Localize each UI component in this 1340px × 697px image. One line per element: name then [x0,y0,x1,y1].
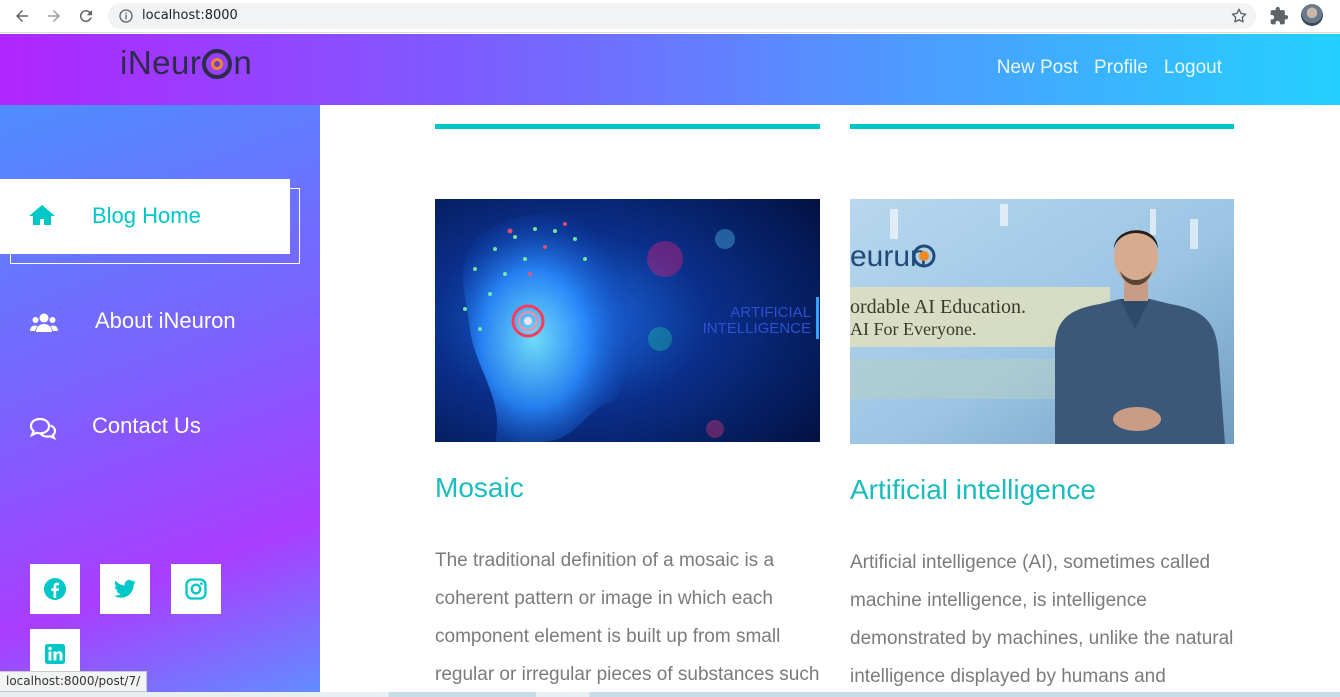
image-line1: ordable AI Education. [850,296,1026,318]
top-nav: New Post Profile Logout [997,57,1222,79]
post-excerpt: The traditional definition of a mosaic i… [435,550,820,685]
info-icon[interactable] [118,8,134,24]
card-top-rule [850,124,1234,129]
logo-text-prefix: iNeur [120,44,202,81]
arrow-right-icon [48,10,60,22]
sidebar-item-label: Contact Us [92,413,201,438]
reload-button[interactable] [75,5,97,27]
comments-icon [29,416,57,445]
address-bar[interactable]: localhost:8000 [108,3,1256,29]
url-text[interactable]: localhost:8000 [142,8,238,23]
main-content: ARTIFICIAL INTELLIGENCE Mosaic The tradi… [320,105,1340,697]
card-top-rule [435,124,820,129]
facebook-button[interactable] [30,564,80,614]
reload-icon [79,10,92,23]
users-icon [30,311,58,340]
ineuron-logo[interactable]: iNeur n [120,43,252,83]
sidebar-item-label: About iNeuron [95,308,236,333]
sidebar-item-blog-home[interactable]: Blog Home [0,179,290,254]
profile-avatar[interactable] [1301,4,1323,26]
linkedin-icon [45,644,65,664]
back-button[interactable] [11,5,33,27]
image-caption-line1: ARTIFICIAL [730,304,811,321]
post-title[interactable]: Mosaic [435,472,524,504]
new-post-link[interactable]: New Post [997,57,1078,79]
bookmark-star-icon[interactable] [1230,7,1248,25]
post-image[interactable]: ARTIFICIAL INTELLIGENCE [435,199,820,442]
logo-text-suffix: n [233,44,253,81]
forward-button[interactable] [43,5,65,27]
logout-link[interactable]: Logout [1164,57,1222,79]
link-status-bar: localhost:8000/post/7/ [0,671,148,692]
home-icon [28,203,56,232]
instagram-icon [185,578,207,600]
image-line2: AI For Everyone. [850,319,976,339]
extensions-puzzle-icon[interactable] [1269,6,1289,26]
twitter-icon [114,579,136,598]
site-header: iNeur n New Post Profile Logout [0,34,1340,105]
sidebar: Blog Home About iNeuron Contact Us [0,105,320,697]
logo-o-mark [202,49,233,79]
post-excerpt: Artificial intelligence (AI), sometimes … [850,552,1234,687]
twitter-button[interactable] [100,564,150,614]
browser-toolbar: localhost:8000 [0,0,1340,33]
bottom-strip [0,692,1340,697]
instagram-button[interactable] [171,564,221,614]
image-caption-line2: INTELLIGENCE [703,320,811,337]
sidebar-item-label: Blog Home [92,203,201,228]
arrow-left-icon [16,10,28,22]
post-title[interactable]: Artificial intelligence [850,474,1096,506]
post-image[interactable]: eurun ordable AI Education. AI For Every… [850,199,1234,444]
profile-link[interactable]: Profile [1094,57,1148,79]
facebook-icon [44,578,66,600]
